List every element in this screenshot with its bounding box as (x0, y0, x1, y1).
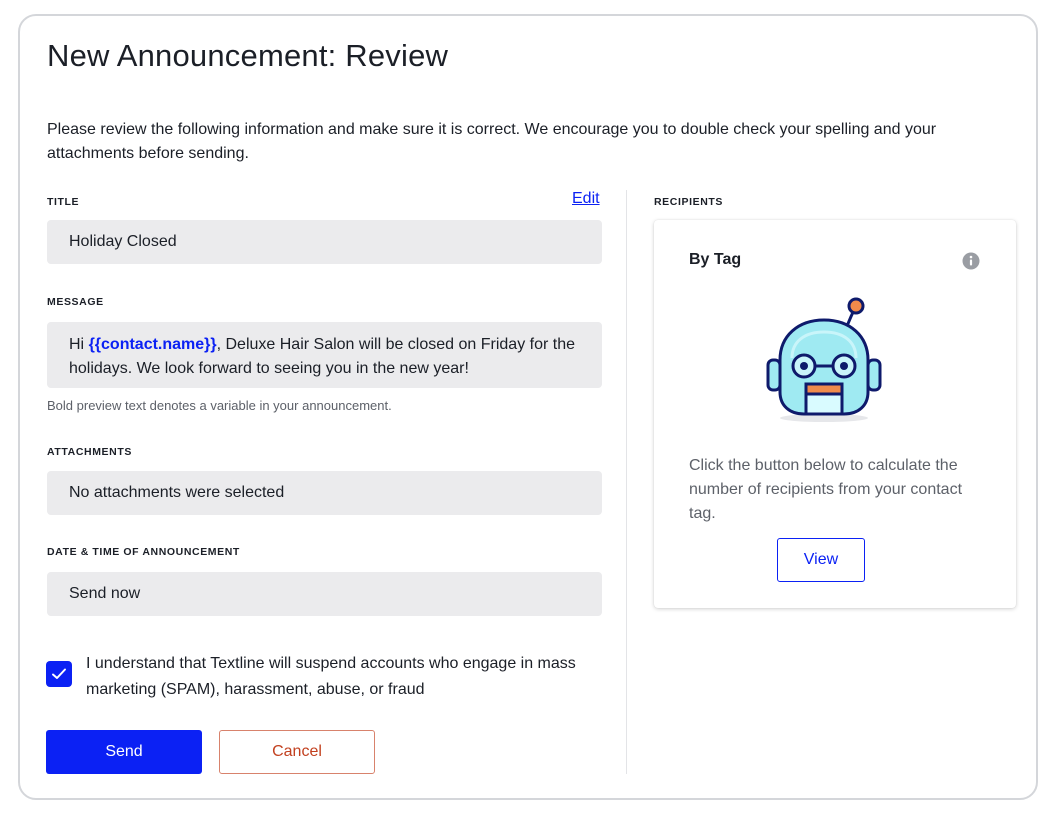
message-greeting: Hi (69, 336, 89, 353)
message-variable: {{contact.name}} (88, 336, 217, 353)
by-tag-title: By Tag (689, 251, 742, 268)
recipients-label: RECIPIENTS (654, 196, 724, 208)
title-field: Holiday Closed (47, 220, 602, 264)
attachments-field: No attachments were selected (47, 471, 602, 515)
intro-text: Please review the following information … (47, 121, 937, 162)
checkmark-icon (52, 668, 66, 679)
message-label: MESSAGE (47, 296, 104, 308)
column-divider (626, 190, 627, 774)
message-field: Hi {{contact.name}}, Deluxe Hair Salon w… (47, 322, 602, 388)
consent-text: I understand that Textline will suspend … (86, 655, 576, 698)
recipients-description: Click the button below to calculate the … (689, 457, 963, 522)
review-card: New Announcement: Review Please review t… (18, 14, 1038, 800)
variable-hint: Bold preview text denotes a variable in … (47, 398, 392, 413)
recipients-card: By Tag Click the button below to calcula… (654, 220, 1016, 608)
send-button[interactable]: Send (46, 730, 202, 774)
message-text: Hi {{contact.name}}, Deluxe Hair Salon w… (69, 333, 580, 381)
view-button[interactable]: View (777, 538, 865, 582)
cancel-button[interactable]: Cancel (219, 730, 375, 774)
info-icon[interactable] (962, 252, 980, 270)
datetime-label: DATE & TIME OF ANNOUNCEMENT (47, 546, 240, 558)
datetime-field: Send now (47, 572, 602, 616)
consent-checkbox[interactable] (46, 661, 72, 687)
title-label: TITLE (47, 196, 80, 208)
page-title: New Announcement: Review (47, 38, 449, 73)
robot-illustration (766, 297, 882, 422)
attachments-label: ATTACHMENTS (47, 446, 132, 458)
edit-link[interactable]: Edit (572, 190, 600, 208)
